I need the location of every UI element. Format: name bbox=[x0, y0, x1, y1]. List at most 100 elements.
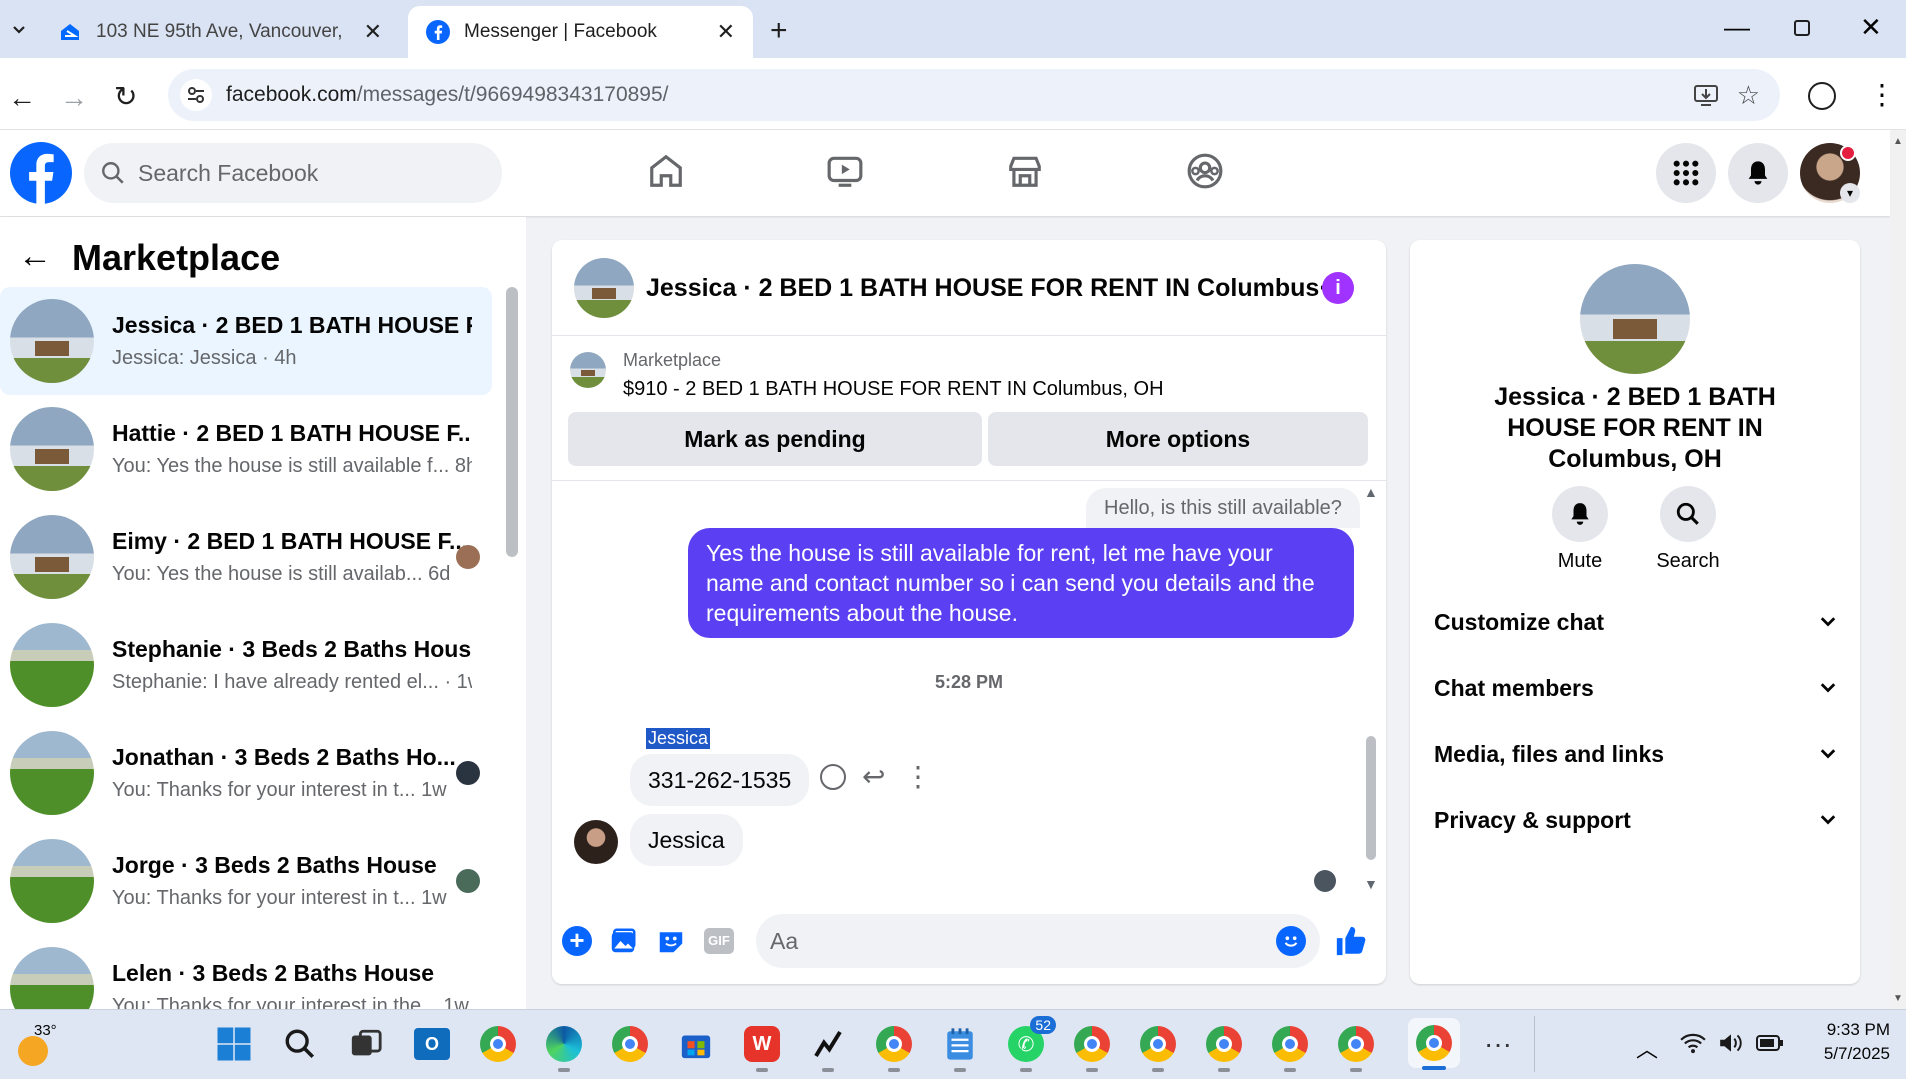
chrome-app[interactable] bbox=[608, 1022, 652, 1066]
task-view[interactable] bbox=[344, 1022, 388, 1066]
mute-button[interactable] bbox=[1552, 486, 1608, 542]
chevron-down-icon bbox=[13, 26, 25, 34]
listing-thumb-small[interactable] bbox=[570, 352, 606, 388]
sender-avatar[interactable] bbox=[574, 820, 618, 864]
divider bbox=[1534, 1016, 1535, 1072]
listing-title[interactable]: $910 - 2 BED 1 BATH HOUSE FOR RENT IN Co… bbox=[623, 378, 1164, 401]
clock[interactable]: 9:33 PM 5/7/2025 bbox=[1800, 1018, 1890, 1066]
chrome-app[interactable] bbox=[476, 1022, 520, 1066]
more-options-button[interactable]: More options bbox=[988, 412, 1368, 466]
listing-thumbnail bbox=[10, 407, 94, 491]
menu-kebab-icon[interactable]: ⋮ bbox=[1868, 78, 1896, 112]
chevron-down-icon[interactable]: ▾ bbox=[1840, 183, 1860, 203]
more-apps-button[interactable]: ··· bbox=[1476, 1022, 1520, 1066]
chat-members-section[interactable]: Chat members bbox=[1434, 660, 1838, 716]
nav-marketplace[interactable] bbox=[1006, 152, 1044, 190]
chrome-profile-app[interactable] bbox=[1136, 1022, 1180, 1072]
back-button[interactable]: ← bbox=[8, 82, 36, 114]
outgoing-message[interactable]: Yes the house is still available for ren… bbox=[688, 528, 1354, 638]
notepad-app[interactable] bbox=[938, 1022, 982, 1072]
whatsapp-app[interactable]: ✆ 52 bbox=[1004, 1016, 1056, 1072]
chat-scrollbar[interactable] bbox=[1366, 736, 1376, 860]
conversation-item[interactable]: Stephanie · 3 Beds 2 Baths House Stephan… bbox=[0, 611, 492, 719]
clock-date: 5/7/2025 bbox=[1823, 1044, 1890, 1063]
bookmark-star-icon[interactable]: ☆ bbox=[1737, 80, 1760, 111]
chrome-profile-app[interactable] bbox=[872, 1022, 916, 1072]
menu-button[interactable] bbox=[1656, 143, 1716, 203]
url-text: facebook.com/messages/t/9669498343170895… bbox=[226, 83, 669, 106]
sticker-icon[interactable] bbox=[656, 926, 686, 956]
search-conversation-button[interactable] bbox=[1660, 486, 1716, 542]
page-scrollbar[interactable]: ▲ ▼ bbox=[1890, 130, 1906, 1010]
conversation-item[interactable]: Jorge · 3 Beds 2 Baths House You: Thanks… bbox=[0, 827, 492, 935]
chrome-profile-app[interactable] bbox=[1202, 1022, 1246, 1072]
reply-icon[interactable]: ↩ bbox=[862, 760, 885, 793]
tab-zillow[interactable]: 103 NE 95th Ave, Vancouver, W ✕ bbox=[40, 6, 400, 58]
conversation-item[interactable]: Jessica · 2 BED 1 BATH HOUSE F... Jessic… bbox=[0, 287, 492, 395]
wps-app[interactable]: W bbox=[740, 1022, 784, 1072]
site-info-icon[interactable] bbox=[180, 79, 212, 111]
weather-widget[interactable]: 33° bbox=[14, 1022, 58, 1066]
forward-button[interactable]: → bbox=[60, 82, 88, 114]
nav-video[interactable] bbox=[826, 152, 864, 190]
add-attachment-button[interactable]: + bbox=[562, 926, 592, 956]
react-icon[interactable] bbox=[820, 764, 846, 790]
nav-home[interactable] bbox=[647, 152, 685, 190]
start-button[interactable] bbox=[212, 1022, 256, 1066]
conversation-scrollbar[interactable] bbox=[506, 287, 518, 557]
conversation-item[interactable]: Jonathan · 3 Beds 2 Baths Ho... You: Tha… bbox=[0, 719, 492, 827]
incoming-message[interactable]: Jessica bbox=[630, 814, 743, 866]
conversation-item[interactable]: Hattie · 2 BED 1 BATH HOUSE F... You: Ye… bbox=[0, 395, 492, 503]
tray-overflow-icon[interactable]: ︿ bbox=[1636, 1032, 1658, 1064]
search-icon bbox=[285, 1029, 315, 1059]
facebook-logo[interactable] bbox=[10, 142, 72, 204]
volume-icon[interactable] bbox=[1718, 1032, 1744, 1054]
scroll-down-arrow[interactable]: ▼ bbox=[1364, 876, 1378, 892]
chrome-active-app[interactable] bbox=[1408, 1018, 1460, 1070]
back-arrow-icon[interactable]: ← bbox=[18, 237, 52, 276]
mark-pending-button[interactable]: Mark as pending bbox=[568, 412, 982, 466]
close-window-button[interactable]: ✕ bbox=[1860, 12, 1882, 43]
like-button[interactable] bbox=[1334, 924, 1368, 958]
customize-chat-section[interactable]: Customize chat bbox=[1434, 594, 1838, 650]
scroll-up-arrow[interactable]: ▲ bbox=[1364, 484, 1378, 500]
chrome-profile-app[interactable] bbox=[1070, 1022, 1114, 1072]
minimize-button[interactable]: — bbox=[1724, 12, 1750, 43]
store-app[interactable] bbox=[674, 1022, 718, 1066]
incoming-message[interactable]: 331-262-1535 bbox=[630, 754, 810, 806]
message-input[interactable]: Aa bbox=[756, 914, 1320, 968]
search-input[interactable]: Search Facebook bbox=[84, 143, 502, 203]
edge-app[interactable] bbox=[542, 1022, 586, 1072]
close-icon[interactable]: ✕ bbox=[364, 19, 382, 45]
battery-icon[interactable] bbox=[1756, 1035, 1784, 1051]
chat-thumbnail[interactable] bbox=[574, 258, 634, 318]
tab-messenger[interactable]: Messenger | Facebook ✕ bbox=[408, 6, 753, 58]
new-tab-button[interactable]: + bbox=[770, 14, 788, 48]
close-icon[interactable]: ✕ bbox=[717, 19, 735, 45]
info-button[interactable]: i bbox=[1322, 272, 1354, 304]
privacy-support-section[interactable]: Privacy & support bbox=[1434, 792, 1838, 848]
reload-button[interactable]: ↻ bbox=[114, 80, 137, 113]
listing-avatar-large[interactable] bbox=[1580, 264, 1690, 374]
taskbar-search[interactable] bbox=[278, 1022, 322, 1066]
chrome-profile-app[interactable] bbox=[1334, 1022, 1378, 1072]
media-files-links-section[interactable]: Media, files and links bbox=[1434, 726, 1838, 782]
install-app-icon[interactable] bbox=[1693, 83, 1719, 107]
more-actions-icon[interactable]: ⋮ bbox=[904, 760, 932, 793]
tab-search-button[interactable] bbox=[4, 10, 34, 50]
wifi-icon[interactable] bbox=[1680, 1032, 1706, 1054]
address-bar[interactable]: facebook.com/messages/t/9669498343170895… bbox=[168, 69, 1780, 121]
stocks-app[interactable] bbox=[806, 1022, 850, 1072]
chrome-profile-app[interactable] bbox=[1268, 1022, 1312, 1072]
outlook-app[interactable]: O bbox=[410, 1022, 454, 1066]
nav-groups[interactable] bbox=[1186, 152, 1224, 190]
restore-button[interactable] bbox=[1794, 20, 1810, 36]
conversation-item[interactable]: Lelen · 3 Beds 2 Baths House You: Thanks… bbox=[0, 935, 492, 1009]
gif-icon[interactable]: GIF bbox=[704, 928, 734, 954]
conversation-item[interactable]: Eimy · 2 BED 1 BATH HOUSE F... You: Yes … bbox=[0, 503, 492, 611]
notifications-button[interactable] bbox=[1728, 143, 1788, 203]
chat-title[interactable]: Jessica · 2 BED 1 BATH HOUSE FOR RENT IN… bbox=[646, 274, 1344, 303]
profile-icon[interactable] bbox=[1808, 82, 1836, 110]
photo-icon[interactable] bbox=[608, 926, 638, 956]
emoji-icon[interactable] bbox=[1276, 926, 1306, 956]
